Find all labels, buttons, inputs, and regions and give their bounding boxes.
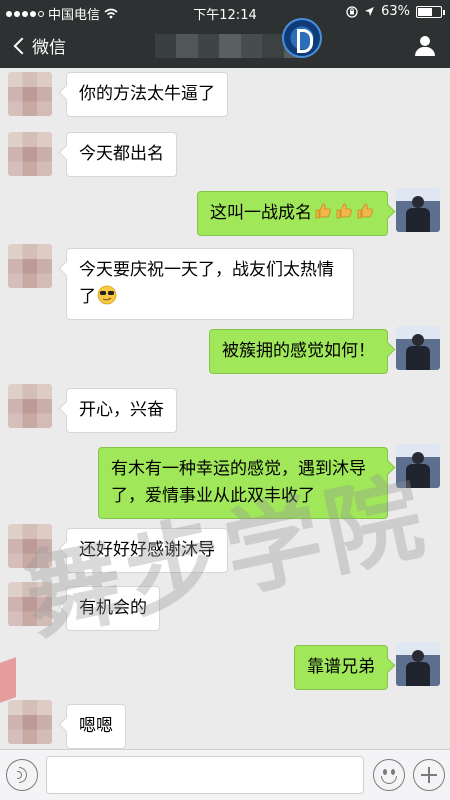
back-button[interactable]: 微信 <box>12 33 66 58</box>
message-text: 有机会的 <box>79 598 147 618</box>
emoji-eye <box>391 769 395 775</box>
battery-icon <box>416 5 445 18</box>
message-text: 这叫一战成名 <box>210 203 312 223</box>
status-right: 63% <box>346 4 445 19</box>
mosaic-block <box>219 34 241 58</box>
person-icon-body <box>415 47 435 56</box>
message-row: 被簇拥的感觉如何！ <box>0 326 450 382</box>
watermark-red-mark <box>0 657 16 703</box>
voice-icon[interactable] <box>6 759 38 791</box>
message-row: 有木有一种幸运的感觉，遇到沐导了，爱情事业从此双丰收了 <box>0 444 450 522</box>
message-row: 你的方法太牛逼了 <box>0 68 450 124</box>
back-label: 微信 <box>32 38 66 58</box>
message-text: 你的方法太牛逼了 <box>79 84 215 104</box>
chevron-left-icon <box>13 37 31 54</box>
emoji-eye <box>383 769 387 775</box>
contact-avatar[interactable] <box>8 244 52 288</box>
message-row: 今天要庆祝一天了，战友们太热情了 <box>0 244 450 324</box>
sunglasses-emoji-icon <box>97 285 117 305</box>
message-bubble[interactable]: 被簇拥的感觉如何！ <box>209 329 388 374</box>
rotation-lock-icon <box>346 5 358 18</box>
mosaic-block <box>155 34 177 58</box>
contact-avatar[interactable] <box>8 582 52 626</box>
emoji-mouth <box>381 776 397 784</box>
status-bar: 中国电信 下午12:14 63% <box>0 0 450 24</box>
mosaic-block <box>240 34 263 58</box>
message-text: 今天要庆祝一天了，战友们太热情了 <box>79 260 334 307</box>
voice-wave-icon <box>19 767 27 783</box>
my-avatar[interactable] <box>396 444 440 488</box>
message-bubble[interactable]: 这叫一战成名 <box>197 191 388 236</box>
message-text: 还好好好感谢沐导 <box>79 540 215 560</box>
thumbs-up-icon <box>336 203 352 219</box>
contact-avatar[interactable] <box>8 132 52 176</box>
message-text: 靠谱兄弟 <box>307 657 375 677</box>
location-arrow-icon <box>365 7 375 16</box>
message-row: 靠谱兄弟 <box>0 642 450 698</box>
message-row: 嗯嗯 <box>0 700 450 749</box>
message-bubble[interactable]: 靠谱兄弟 <box>294 645 388 690</box>
emoji-icon[interactable] <box>373 759 405 791</box>
battery-fill <box>418 7 432 16</box>
person-icon-head <box>420 36 430 46</box>
message-row: 还好好好感谢沐导 <box>0 524 450 582</box>
message-row: 开心，兴奋 <box>0 384 450 444</box>
message-bubble[interactable]: 你的方法太牛逼了 <box>66 72 228 117</box>
message-bubble[interactable]: 今天都出名 <box>66 132 177 177</box>
profile-button[interactable] <box>414 36 436 56</box>
message-text: 嗯嗯 <box>79 716 113 736</box>
message-row: 今天都出名 <box>0 128 450 184</box>
message-row: 有机会的 <box>0 582 450 640</box>
message-bubble[interactable]: 今天要庆祝一天了，战友们太热情了 <box>66 248 354 320</box>
message-text: 今天都出名 <box>79 144 164 164</box>
message-bubble[interactable]: 嗯嗯 <box>66 704 126 749</box>
my-avatar[interactable] <box>396 188 440 232</box>
chat-area[interactable]: 你的方法太牛逼了 今天都出名 这叫一战成名 今天要庆祝一天了，战友们太热情了 被… <box>0 68 450 749</box>
logo-watermark <box>282 18 322 58</box>
thumbs-up-icon <box>357 203 373 219</box>
message-text: 被簇拥的感觉如何！ <box>222 341 375 361</box>
mosaic-block <box>176 34 198 58</box>
message-bubble[interactable]: 有木有一种幸运的感觉，遇到沐导了，爱情事业从此双丰收了 <box>98 447 388 519</box>
plus-icon[interactable] <box>413 759 445 791</box>
battery-percent: 63% <box>381 4 410 19</box>
message-bubble[interactable]: 有机会的 <box>66 586 160 631</box>
message-row: 这叫一战成名 <box>0 188 450 244</box>
my-avatar[interactable] <box>396 326 440 370</box>
input-bar <box>0 749 450 800</box>
contact-avatar[interactable] <box>8 72 52 116</box>
message-bubble[interactable]: 还好好好感谢沐导 <box>66 528 228 573</box>
contact-avatar[interactable] <box>8 700 52 744</box>
mosaic-block <box>197 34 220 58</box>
message-text: 有木有一种幸运的感觉，遇到沐导了，爱情事业从此双丰收了 <box>111 459 366 506</box>
message-bubble[interactable]: 开心，兴奋 <box>66 388 177 433</box>
thumbs-up-icon <box>315 203 331 219</box>
mosaic-block <box>262 34 284 58</box>
contact-avatar[interactable] <box>8 384 52 428</box>
message-input[interactable] <box>46 756 364 794</box>
nav-bar: 微信 <box>0 24 450 68</box>
my-avatar[interactable] <box>396 642 440 686</box>
message-text: 开心，兴奋 <box>79 400 164 420</box>
contact-avatar[interactable] <box>8 524 52 568</box>
